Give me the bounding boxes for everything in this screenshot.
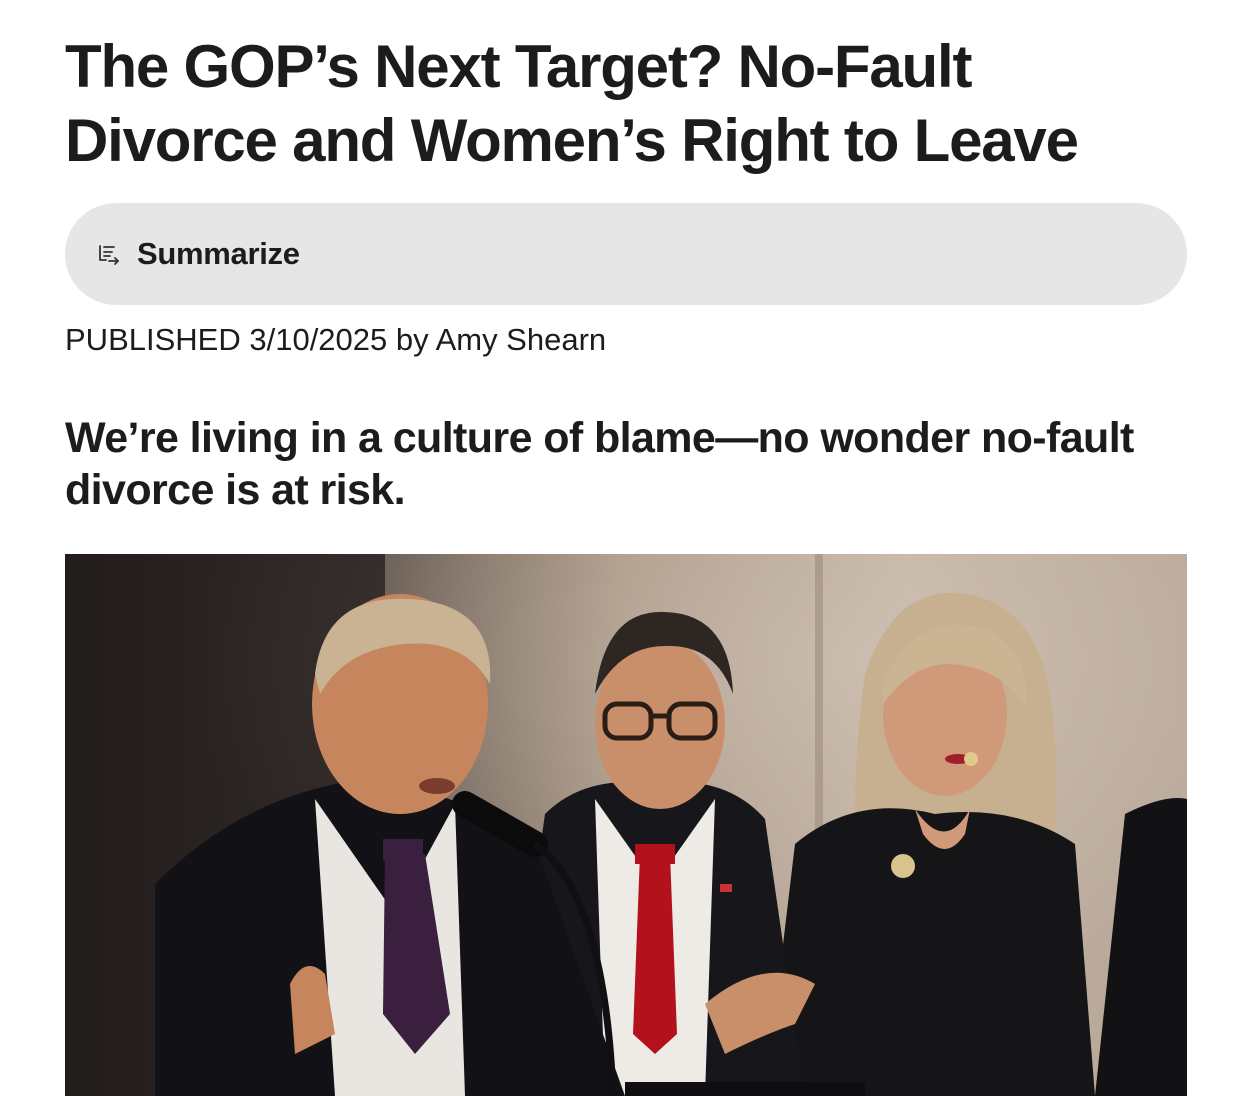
article-headline: The GOP’s Next Target? No-Fault Divorce … [65,33,1079,174]
hero-photo-illustration [65,554,1187,1096]
article: The GOP’s Next Target? No-Fault Divorce … [65,0,1187,1096]
published-date: 3/10/2025 [249,322,388,357]
by-label: by [395,322,429,357]
hero-image [65,554,1187,1096]
article-dek: We’re living in a culture of blame—no wo… [65,414,1134,514]
published-label: PUBLISHED [65,322,241,357]
summarize-button[interactable]: Summarize [65,203,1187,305]
author-name[interactable]: Amy Shearn [436,322,607,357]
summarize-label: Summarize [137,236,300,271]
byline: PUBLISHED 3/10/2025 by Amy Shearn [65,320,606,360]
summarize-icon [99,245,119,265]
